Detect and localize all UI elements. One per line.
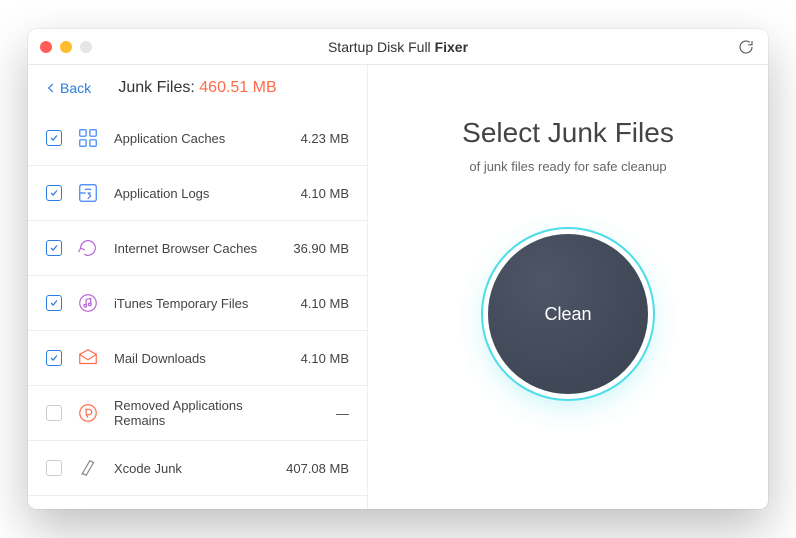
list-item-label: Xcode Junk (114, 461, 272, 476)
minimize-button[interactable] (60, 41, 72, 53)
traffic-lights (40, 41, 92, 53)
list-item[interactable]: Application Caches 4.23 MB (28, 111, 367, 166)
window-body: Back Junk Files: 460.51 MB Application C… (28, 65, 768, 509)
checkbox[interactable] (46, 240, 62, 256)
maximize-button[interactable] (80, 41, 92, 53)
title-text-a: Startup Disk Full (328, 39, 435, 55)
list-item[interactable]: Internet Browser Caches 36.90 MB (28, 221, 367, 276)
list-item-label: Internet Browser Caches (114, 241, 275, 256)
window-title: Startup Disk Full Fixer (28, 39, 768, 55)
main-title: Select Junk Files (462, 117, 674, 149)
removed-icon (76, 401, 100, 425)
sidebar: Back Junk Files: 460.51 MB Application C… (28, 65, 368, 509)
itunes-icon (76, 291, 100, 315)
list-item[interactable]: iTunes Temporary Files 4.10 MB (28, 276, 367, 331)
list-item-label: iTunes Temporary Files (114, 296, 275, 311)
list-item[interactable]: Xcode Junk 407.08 MB (28, 441, 367, 496)
checkbox[interactable] (46, 350, 62, 366)
main-subtitle: of junk files ready for safe cleanup (469, 159, 666, 174)
list-item[interactable]: Mail Downloads 4.10 MB (28, 331, 367, 386)
junk-header-label: Junk Files: (118, 79, 199, 96)
list-item[interactable]: Removed Applications Remains — (28, 386, 367, 441)
list-item-label: Removed Applications Remains (114, 398, 275, 428)
list-item-label: Application Caches (114, 131, 275, 146)
list-item[interactable]: Application Logs 4.10 MB (28, 166, 367, 221)
browser-caches-icon (76, 236, 100, 260)
junk-header-amount: 460.51 MB (199, 79, 276, 96)
list-item-size: — (289, 406, 349, 421)
clean-label: Clean (544, 304, 591, 325)
titlebar: Startup Disk Full Fixer (28, 29, 768, 65)
refresh-icon (737, 38, 755, 56)
junk-list: Application Caches 4.23 MB Application Log… (28, 111, 367, 509)
checkbox[interactable] (46, 405, 62, 421)
app-logs-icon (76, 181, 100, 205)
title-text-b: Fixer (435, 39, 468, 55)
list-item-size: 4.23 MB (289, 131, 349, 146)
checkbox[interactable] (46, 295, 62, 311)
list-item-size: 4.10 MB (289, 186, 349, 201)
xcode-icon (76, 456, 100, 480)
checkbox[interactable] (46, 130, 62, 146)
checkbox[interactable] (46, 185, 62, 201)
list-item-size: 407.08 MB (286, 461, 349, 476)
back-button[interactable]: Back (44, 80, 91, 96)
app-caches-icon (76, 126, 100, 150)
close-button[interactable] (40, 41, 52, 53)
list-item-size: 4.10 MB (289, 351, 349, 366)
list-item-size: 36.90 MB (289, 241, 349, 256)
chevron-left-icon (44, 81, 58, 95)
list-item-size: 4.10 MB (289, 296, 349, 311)
clean-button[interactable]: Clean (488, 234, 648, 394)
app-window: Startup Disk Full Fixer Back Junk Files:… (28, 29, 768, 509)
list-item-label: Application Logs (114, 186, 275, 201)
refresh-button[interactable] (736, 37, 756, 57)
sidebar-header: Back Junk Files: 460.51 MB (28, 65, 367, 111)
mail-icon (76, 346, 100, 370)
list-item-label: Mail Downloads (114, 351, 275, 366)
back-label: Back (60, 80, 91, 96)
checkbox[interactable] (46, 460, 62, 476)
clean-button-wrap: Clean (488, 234, 648, 394)
main-panel: Select Junk Files of junk files ready fo… (368, 65, 768, 509)
